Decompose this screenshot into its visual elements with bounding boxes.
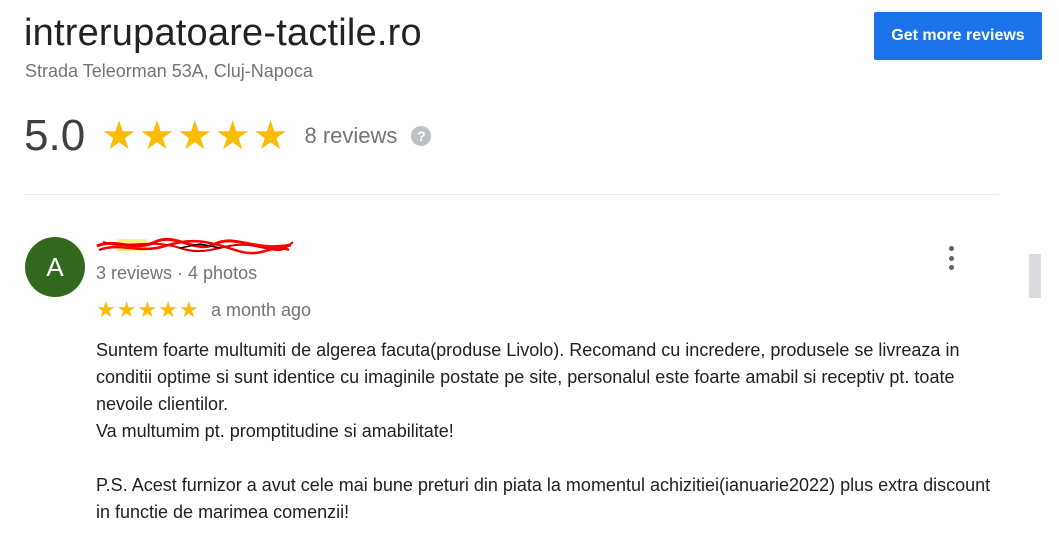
review-stars: ★ ★ ★ ★ ★ xyxy=(96,299,199,321)
star-icon: ★ xyxy=(252,114,289,158)
review-count: 8 reviews xyxy=(304,123,398,148)
review-time: a month ago xyxy=(211,300,312,320)
more-vert-icon[interactable] xyxy=(940,243,962,273)
star-icon: ★ xyxy=(96,297,116,322)
star-icon: ★ xyxy=(116,297,137,322)
star-icon: ★ xyxy=(158,297,178,322)
star-icon: ★ xyxy=(137,297,158,322)
star-icon: ★ xyxy=(139,114,175,158)
star-icon: ★ xyxy=(101,114,138,158)
business-name: intrerupatoare-tactile.ro xyxy=(24,12,422,54)
business-address: Strada Teleorman 53A, Cluj-Napoca xyxy=(25,61,313,81)
rating-stars: ★ ★ ★ ★ ★ xyxy=(101,116,288,156)
get-more-reviews-button[interactable]: Get more reviews xyxy=(874,12,1042,60)
scrollbar-thumb[interactable] xyxy=(1029,254,1041,298)
rating-summary: 5.0 ★ ★ ★ ★ ★ 8 reviews ? xyxy=(24,108,432,164)
review-text: Suntem foarte multumiti de algerea facut… xyxy=(96,340,991,522)
star-icon: ★ xyxy=(178,297,199,322)
divider xyxy=(24,194,999,195)
avatar[interactable]: A xyxy=(25,237,85,297)
reviewer-meta[interactable]: 3 reviews · 4 photos xyxy=(96,263,257,284)
star-icon: ★ xyxy=(176,114,213,158)
rating-value: 5.0 xyxy=(24,111,86,160)
help-icon[interactable]: ? xyxy=(411,126,432,146)
reviewer-name-redacted[interactable] xyxy=(95,236,295,258)
star-icon: ★ xyxy=(214,114,251,158)
